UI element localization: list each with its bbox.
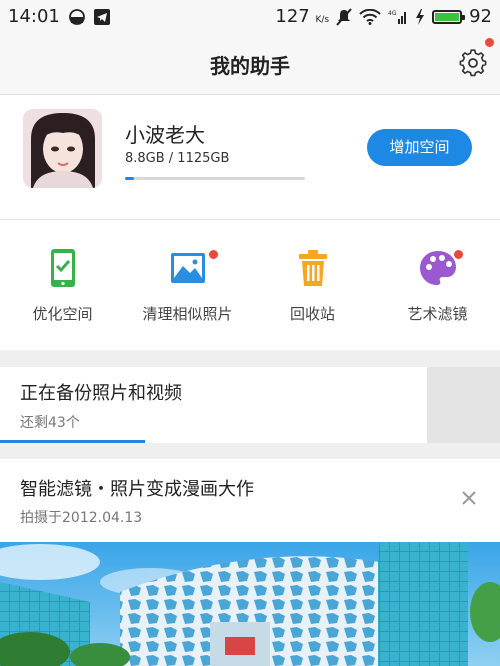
feature-date: 拍摄于2012.04.13 bbox=[20, 510, 143, 526]
settings-badge bbox=[485, 38, 494, 47]
backup-remaining: 还剩43个 bbox=[20, 415, 80, 431]
moon-icon bbox=[68, 8, 85, 25]
tool-clean-similar-photos[interactable]: 清理相似照片 bbox=[125, 220, 250, 350]
gear-icon bbox=[459, 49, 487, 77]
battery-percent: 92 bbox=[469, 6, 492, 27]
cellular-4g-icon: 4G bbox=[388, 10, 407, 24]
tool-badge bbox=[209, 250, 218, 259]
tool-label: 清理相似照片 bbox=[142, 305, 233, 323]
close-icon bbox=[462, 491, 476, 505]
username: 小波老大 bbox=[125, 123, 205, 147]
tools-grid: 优化空间 清理相似照片 回收站 艺术滤镜 bbox=[0, 220, 500, 350]
avatar-image bbox=[23, 109, 102, 188]
tool-badge bbox=[454, 250, 463, 259]
charging-icon bbox=[416, 8, 425, 25]
page-title: 我的助手 bbox=[210, 54, 290, 78]
feature-title: 智能滤镜・照片变成漫画大作 bbox=[20, 479, 254, 500]
avatar[interactable] bbox=[23, 109, 102, 188]
building-photo bbox=[0, 542, 500, 666]
tool-art-filter[interactable]: 艺术滤镜 bbox=[375, 220, 500, 350]
storage-bar-fill bbox=[125, 177, 134, 180]
tool-recycle-bin[interactable]: 回收站 bbox=[250, 220, 375, 350]
tool-label: 优化空间 bbox=[32, 305, 93, 323]
backup-progress-bar bbox=[0, 440, 145, 443]
mute-icon bbox=[336, 7, 352, 26]
status-bar: 14:01 127 K/s 4G 92 bbox=[0, 0, 500, 33]
tool-label: 回收站 bbox=[289, 305, 335, 323]
trash-icon bbox=[298, 250, 327, 286]
add-space-button[interactable]: 增加空间 bbox=[367, 129, 472, 166]
network-speed: 127 K/s bbox=[275, 6, 330, 27]
backup-title: 正在备份照片和视频 bbox=[20, 383, 182, 404]
feature-card[interactable]: 智能滤镜・照片变成漫画大作 拍摄于2012.04.13 bbox=[0, 459, 500, 666]
status-time: 14:01 bbox=[8, 6, 60, 27]
storage-bar bbox=[125, 177, 305, 180]
tool-label: 艺术滤镜 bbox=[407, 305, 468, 323]
profile-card: 小波老大 8.8GB / 1125GB 增加空间 bbox=[0, 95, 500, 220]
backup-thumbnail bbox=[427, 367, 500, 443]
storage-usage-text: 8.8GB / 1125GB bbox=[125, 151, 230, 166]
settings-button[interactable] bbox=[458, 48, 488, 78]
close-button[interactable] bbox=[460, 489, 478, 507]
gallery-icon bbox=[170, 253, 205, 283]
tool-optimize-space[interactable]: 优化空间 bbox=[0, 220, 125, 350]
svg-text:4G: 4G bbox=[388, 10, 397, 17]
battery-icon bbox=[432, 9, 466, 24]
palette-icon bbox=[419, 251, 456, 285]
telegram-icon bbox=[93, 8, 110, 25]
feature-image[interactable] bbox=[0, 542, 500, 666]
wifi-icon bbox=[359, 8, 381, 25]
phone-check-icon bbox=[50, 249, 75, 287]
backup-card[interactable]: 正在备份照片和视频 还剩43个 bbox=[0, 367, 500, 443]
header: 我的助手 bbox=[0, 33, 500, 95]
